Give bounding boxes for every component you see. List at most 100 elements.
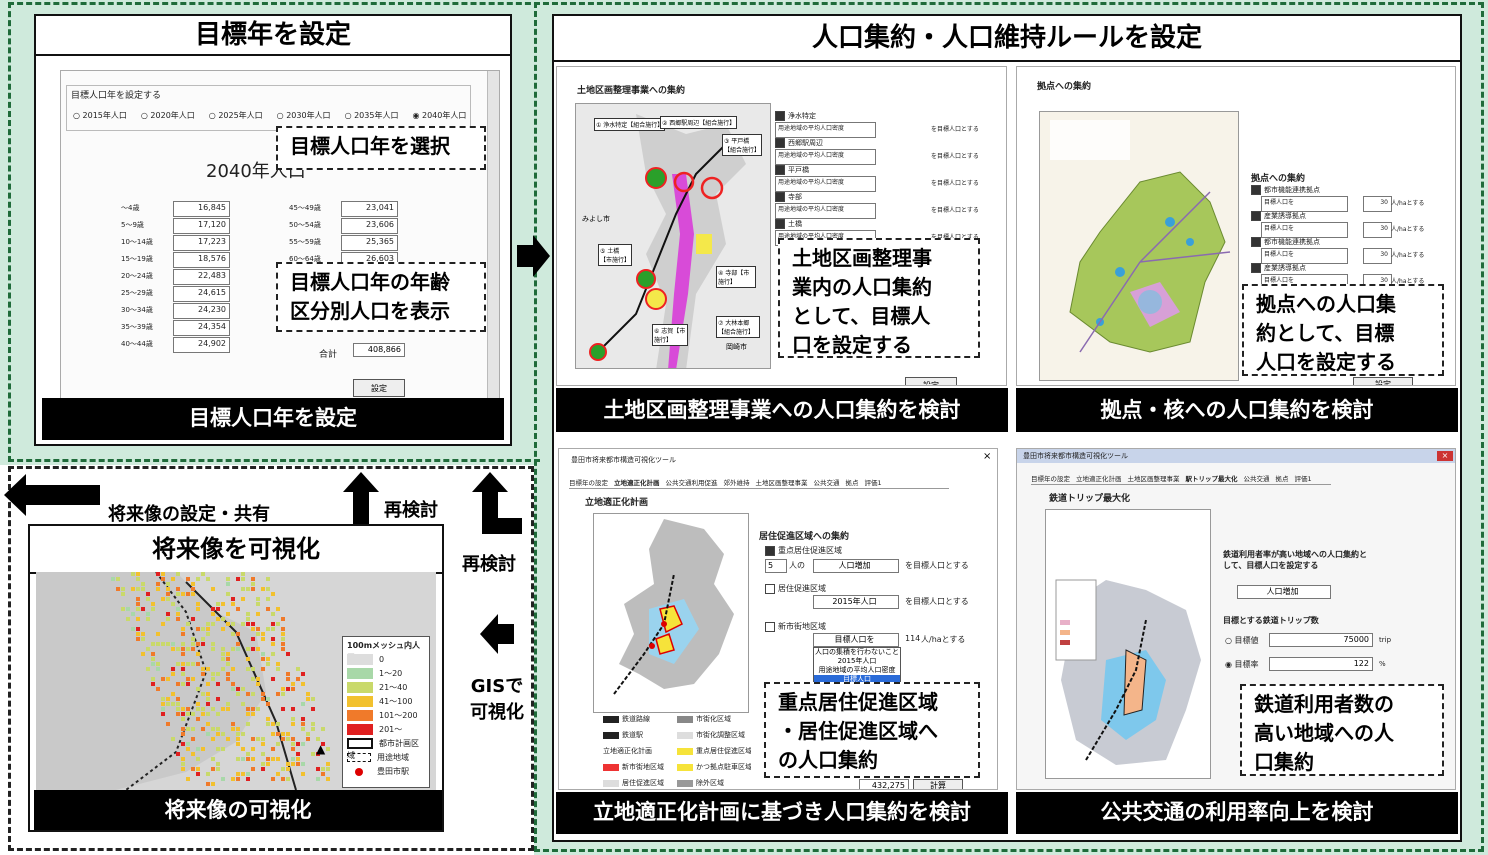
set-button[interactable]: 設定 <box>353 379 405 397</box>
hub-item-checkbox[interactable] <box>1251 263 1261 273</box>
transit-tab[interactable]: 評価1 <box>1295 473 1312 484</box>
hub-calc-button[interactable]: 設定 <box>1353 377 1413 385</box>
hub-item-value[interactable]: 30 <box>1363 196 1392 212</box>
location-opt1-value[interactable]: 5 <box>765 559 787 573</box>
year-radio-2020[interactable]: ○ 2020年人口 <box>141 110 195 121</box>
land-map-label-2: ② 西郷駅周辺【組合施行】 <box>660 116 738 129</box>
year-radio-2015[interactable]: ○ 2015年人口 <box>73 110 127 121</box>
mesh-cell <box>161 577 165 581</box>
hub-item-select[interactable]: 目標人口を <box>1261 196 1348 212</box>
location-dropdown-option[interactable]: 用途地域の平均人口密度 <box>814 666 900 675</box>
location-opt3-select[interactable]: 目標人口を <box>813 633 899 647</box>
right-arrow-icon <box>517 235 551 281</box>
transit-tab[interactable]: 土地区画整理事業 <box>1128 473 1180 484</box>
mesh-cell <box>241 747 245 751</box>
mesh-cell <box>286 737 290 741</box>
land-item-select[interactable]: 用途地域の平均人口密度 <box>775 122 876 138</box>
transit-select[interactable]: 人口増加 <box>1237 585 1331 599</box>
location-legend-label: 重点居住促進区域 <box>696 747 751 755</box>
transit-close-icon[interactable]: × <box>1437 451 1453 461</box>
transit-tab[interactable]: 拠点 <box>1276 473 1289 484</box>
land-item-select[interactable]: 用途地域の平均人口密度 <box>775 149 876 165</box>
transit-opt2-value[interactable]: 122 <box>1269 657 1373 671</box>
transit-opt1-value[interactable]: 75000 <box>1269 633 1373 647</box>
hub-item[interactable]: 産業誘導拠点 目標人口を 30 人/haとする <box>1251 211 1451 238</box>
location-dropdown-option[interactable]: 2015年人口 <box>814 657 900 666</box>
transit-tab[interactable]: 公共交通 <box>1244 473 1270 484</box>
hub-item[interactable]: 都市機能連携拠点 目標人口を 30 人/haとする <box>1251 237 1451 264</box>
age-row: 45～49歳 23,041 <box>289 201 429 218</box>
mesh-cell <box>191 617 195 621</box>
hub-item-checkbox[interactable] <box>1251 211 1261 221</box>
transit-opt1[interactable]: ○ 目標値 <box>1225 635 1259 646</box>
hub-item-checkbox[interactable] <box>1251 185 1261 195</box>
location-opt2[interactable]: 居住促進区域 <box>765 583 826 594</box>
location-opt1-checkbox[interactable] <box>765 545 775 556</box>
year-radio-2040[interactable]: ◉ 2040年人口 <box>412 110 466 121</box>
mesh-cell <box>216 712 220 716</box>
location-dropdown-option[interactable]: 人口の集積を行わないこと <box>814 648 900 657</box>
location-tab[interactable]: 拠点 <box>846 477 859 488</box>
land-item-checkbox[interactable] <box>775 138 785 148</box>
location-opt1[interactable]: 重点居住促進区域 <box>765 545 842 556</box>
transit-tab[interactable]: 駅トリップ最大化 <box>1186 473 1238 484</box>
year-radio-2030[interactable]: ○ 2030年人口 <box>277 110 331 121</box>
hub-item-value[interactable]: 30 <box>1363 248 1392 264</box>
hub-item-select[interactable]: 目標人口を <box>1261 248 1348 264</box>
mesh-cell <box>161 597 165 601</box>
year-radio-2035[interactable]: ○ 2035年人口 <box>345 110 399 121</box>
location-tab[interactable]: 土地区画整理事業 <box>756 477 808 488</box>
location-tab[interactable]: 目標年の設定 <box>569 477 608 488</box>
location-legend-label: 除外区域 <box>696 779 724 787</box>
mesh-cell <box>206 732 210 736</box>
age-row: ～4歳 16,845 <box>121 201 261 218</box>
mesh-cell <box>316 767 320 771</box>
land-item-select[interactable]: 用途地域の平均人口密度 <box>775 176 876 192</box>
land-item[interactable]: 寺部 用途地域の平均人口密度 を目標人口とする <box>775 192 1005 219</box>
age-value: 24,615 <box>173 286 230 302</box>
mesh-cell <box>136 577 140 581</box>
land-calc-button[interactable]: 設定 <box>905 377 957 385</box>
land-item[interactable]: 平戸橋 用途地域の平均人口密度 を目標人口とする <box>775 165 1005 192</box>
age-value: 25,365 <box>341 235 398 251</box>
location-tab[interactable]: 公共交通 <box>814 477 840 488</box>
transit-tab[interactable]: 立地適正化計画 <box>1076 473 1122 484</box>
land-item-checkbox[interactable] <box>775 111 785 121</box>
hub-item-checkbox[interactable] <box>1251 237 1261 247</box>
land-callout: 土地区画整理事 業内の人口集約 として、目標人 口を設定する <box>778 238 980 358</box>
mesh-cell <box>186 747 190 751</box>
location-tab[interactable]: 公共交通利用促進 <box>666 477 718 488</box>
land-item[interactable]: 西郷駅周辺 用途地域の平均人口密度 を目標人口とする <box>775 138 1005 165</box>
transit-opt2[interactable]: ◉ 目標率 <box>1225 659 1259 670</box>
location-opt3-checkbox[interactable] <box>765 621 775 632</box>
transit-tab[interactable]: 目標年の設定 <box>1031 473 1070 484</box>
hub-item-select[interactable]: 目標人口を <box>1261 222 1348 238</box>
location-close-icon[interactable]: × <box>983 451 991 462</box>
location-opt1-select[interactable]: 人口増加 <box>813 559 899 573</box>
year-radio-2025[interactable]: ○ 2025年人口 <box>209 110 263 121</box>
land-item-checkbox[interactable] <box>775 219 785 229</box>
hub-item[interactable]: 都市機能連携拠点 目標人口を 30 人/haとする <box>1251 185 1451 212</box>
land-screen-title: 土地区画整理事業への集約 <box>577 86 686 96</box>
form-scrollbar[interactable] <box>487 71 499 399</box>
mesh-cell <box>151 642 155 646</box>
mesh-cell <box>286 767 290 771</box>
land-item-checkbox[interactable] <box>775 165 785 175</box>
location-opt2-select[interactable]: 2015年人口 <box>813 595 899 609</box>
location-tab[interactable]: 評価1 <box>865 477 882 488</box>
land-item-select[interactable]: 用途地域の平均人口密度 <box>775 203 876 219</box>
location-opt3[interactable]: 新市街地区域 <box>765 621 826 632</box>
mesh-cell <box>191 592 195 596</box>
mesh-cell <box>251 707 255 711</box>
hub-item-value[interactable]: 30 <box>1363 222 1392 238</box>
mesh-cell <box>146 597 150 601</box>
location-calc-button[interactable]: 計算 <box>913 779 963 789</box>
land-item[interactable]: 浄水特定 用途地域の平均人口密度 を目標人口とする <box>775 111 1005 138</box>
location-tab[interactable]: 立地適正化計画 <box>614 477 660 488</box>
location-opt2-checkbox[interactable] <box>765 583 775 594</box>
mesh-cell <box>296 742 300 746</box>
land-item-checkbox[interactable] <box>775 192 785 202</box>
mesh-cell <box>196 577 200 581</box>
location-tab[interactable]: 郊外維持 <box>724 477 750 488</box>
mesh-cell <box>151 662 155 666</box>
